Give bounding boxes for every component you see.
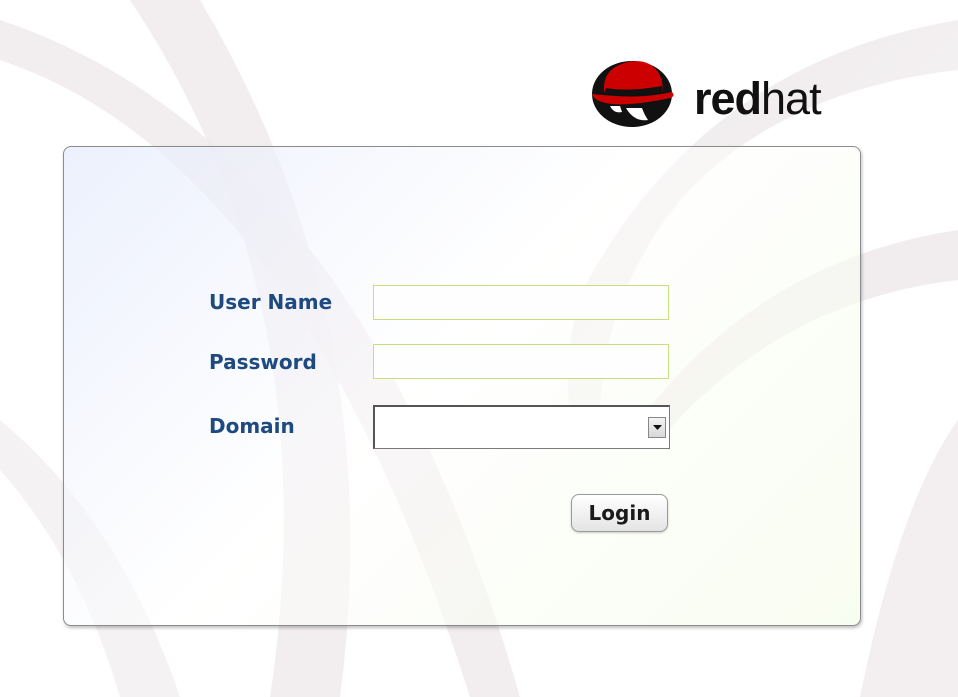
wordmark-light: hat <box>761 73 822 124</box>
redhat-wordmark: redhat <box>694 73 822 124</box>
chevron-down-icon <box>653 425 662 430</box>
shadowman-logo-icon <box>592 61 674 127</box>
wordmark-bold: red <box>694 73 762 124</box>
user-name-input[interactable] <box>373 285 669 320</box>
login-panel <box>63 146 861 626</box>
domain-dropdown-button[interactable] <box>648 417 666 438</box>
password-input[interactable] <box>373 344 669 379</box>
domain-select[interactable] <box>373 405 670 449</box>
password-label: Password <box>209 350 317 374</box>
user-name-label: User Name <box>209 290 333 314</box>
domain-label: Domain <box>209 414 295 438</box>
login-button[interactable]: Login <box>571 494 668 532</box>
